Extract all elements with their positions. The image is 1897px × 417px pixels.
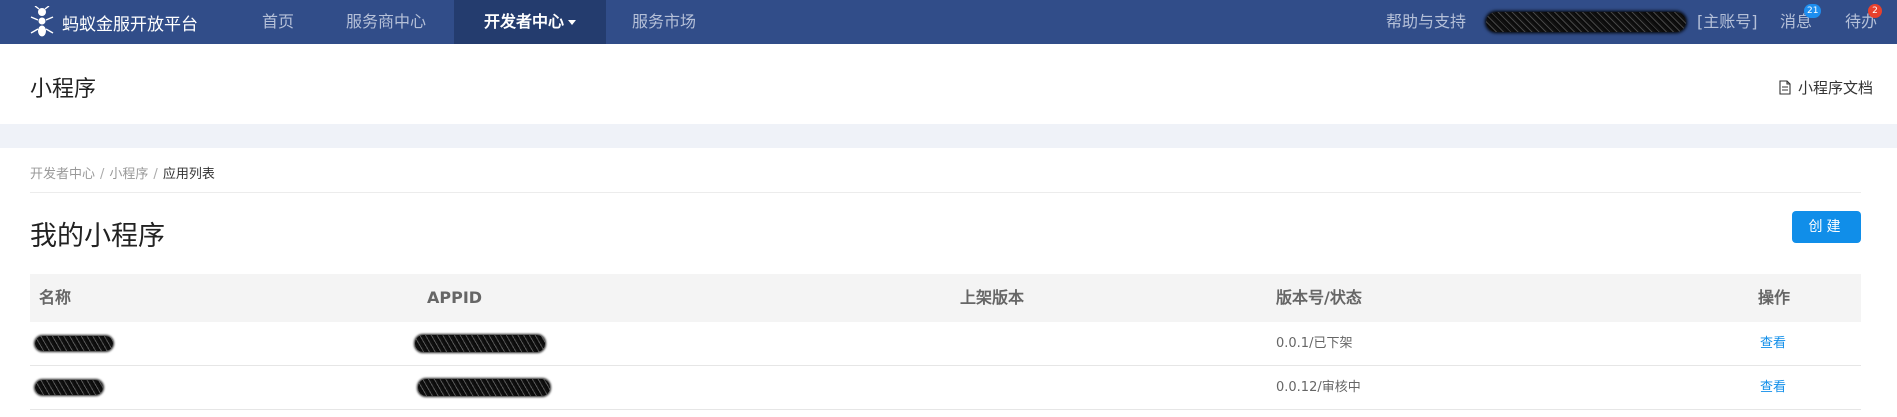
- messages-count-badge: 21: [1804, 4, 1822, 18]
- breadcrumb-developer-center[interactable]: 开发者中心: [30, 167, 95, 182]
- row-name-cell: [35, 366, 103, 410]
- breadcrumb: 开发者中心 / 小程序 / 应用列表: [30, 163, 215, 182]
- column-header-actions: 操作: [1758, 288, 1791, 307]
- section-separator-band: [0, 124, 1897, 148]
- mini-program-docs-link[interactable]: 小程序文档: [1779, 77, 1873, 98]
- breadcrumb-current: 应用列表: [162, 167, 215, 182]
- top-navbar: 蚂蚁金服开放平台 首页 服务商中心 开发者中心 服务市场 帮助与支持 [主账号]…: [0, 0, 1897, 44]
- column-header-appid: APPID: [427, 288, 483, 307]
- column-header-version-status: 版本号/状态: [1276, 288, 1362, 307]
- table-row: 0.0.1/已下架 查看: [30, 322, 1861, 366]
- platform-logo[interactable]: 蚂蚁金服开放平台: [28, 6, 198, 38]
- nav-home[interactable]: 首页: [262, 0, 294, 44]
- row-version-status: 0.0.1/已下架: [1276, 336, 1353, 351]
- column-header-name: 名称: [39, 288, 72, 307]
- document-icon: [1779, 80, 1791, 95]
- todo-count-badge: 2: [1868, 4, 1882, 18]
- redacted-name: [35, 336, 113, 351]
- breadcrumb-separator: /: [153, 167, 158, 182]
- breadcrumb-mini-program[interactable]: 小程序: [109, 167, 148, 182]
- breadcrumb-separator: /: [100, 167, 105, 182]
- breadcrumb-divider: [30, 192, 1861, 193]
- row-appid-cell: [415, 322, 545, 366]
- table-header: 名称 APPID 上架版本 版本号/状态 操作: [30, 274, 1861, 322]
- redacted-appid: [418, 379, 550, 396]
- row-appid-cell: [418, 366, 550, 410]
- mini-program-table: 名称 APPID 上架版本 版本号/状态 操作 0.0.1/已下架 查看 0.0…: [30, 274, 1861, 410]
- create-button[interactable]: 创建: [1792, 211, 1861, 243]
- redacted-name: [35, 380, 103, 395]
- row-version-status: 0.0.12/审核中: [1276, 380, 1361, 395]
- account-type-tag[interactable]: [主账号]: [1697, 0, 1758, 44]
- row-name-cell: [35, 322, 113, 366]
- redacted-account-name[interactable]: [1486, 12, 1686, 32]
- mini-program-docs-label: 小程序文档: [1797, 79, 1873, 97]
- redacted-appid: [415, 335, 545, 352]
- nav-developer-center-label: 开发者中心: [483, 12, 564, 31]
- platform-name: 蚂蚁金服开放平台: [62, 14, 198, 35]
- nav-service-provider-center[interactable]: 服务商中心: [346, 0, 426, 44]
- table-row: 0.0.12/审核中 查看: [30, 366, 1861, 410]
- nav-developer-center[interactable]: 开发者中心: [454, 0, 606, 44]
- page-header: 小程序 小程序文档: [0, 44, 1897, 124]
- caret-down-icon: [568, 20, 576, 25]
- section-title: 我的小程序: [30, 221, 165, 252]
- nav-service-market[interactable]: 服务市场: [632, 0, 696, 44]
- page-title: 小程序: [30, 77, 97, 102]
- view-link[interactable]: 查看: [1760, 322, 1786, 366]
- ant-logo-icon: [30, 6, 54, 37]
- column-header-online-version: 上架版本: [960, 288, 1025, 307]
- nav-help-support[interactable]: 帮助与支持: [1386, 0, 1466, 44]
- view-link[interactable]: 查看: [1760, 366, 1786, 410]
